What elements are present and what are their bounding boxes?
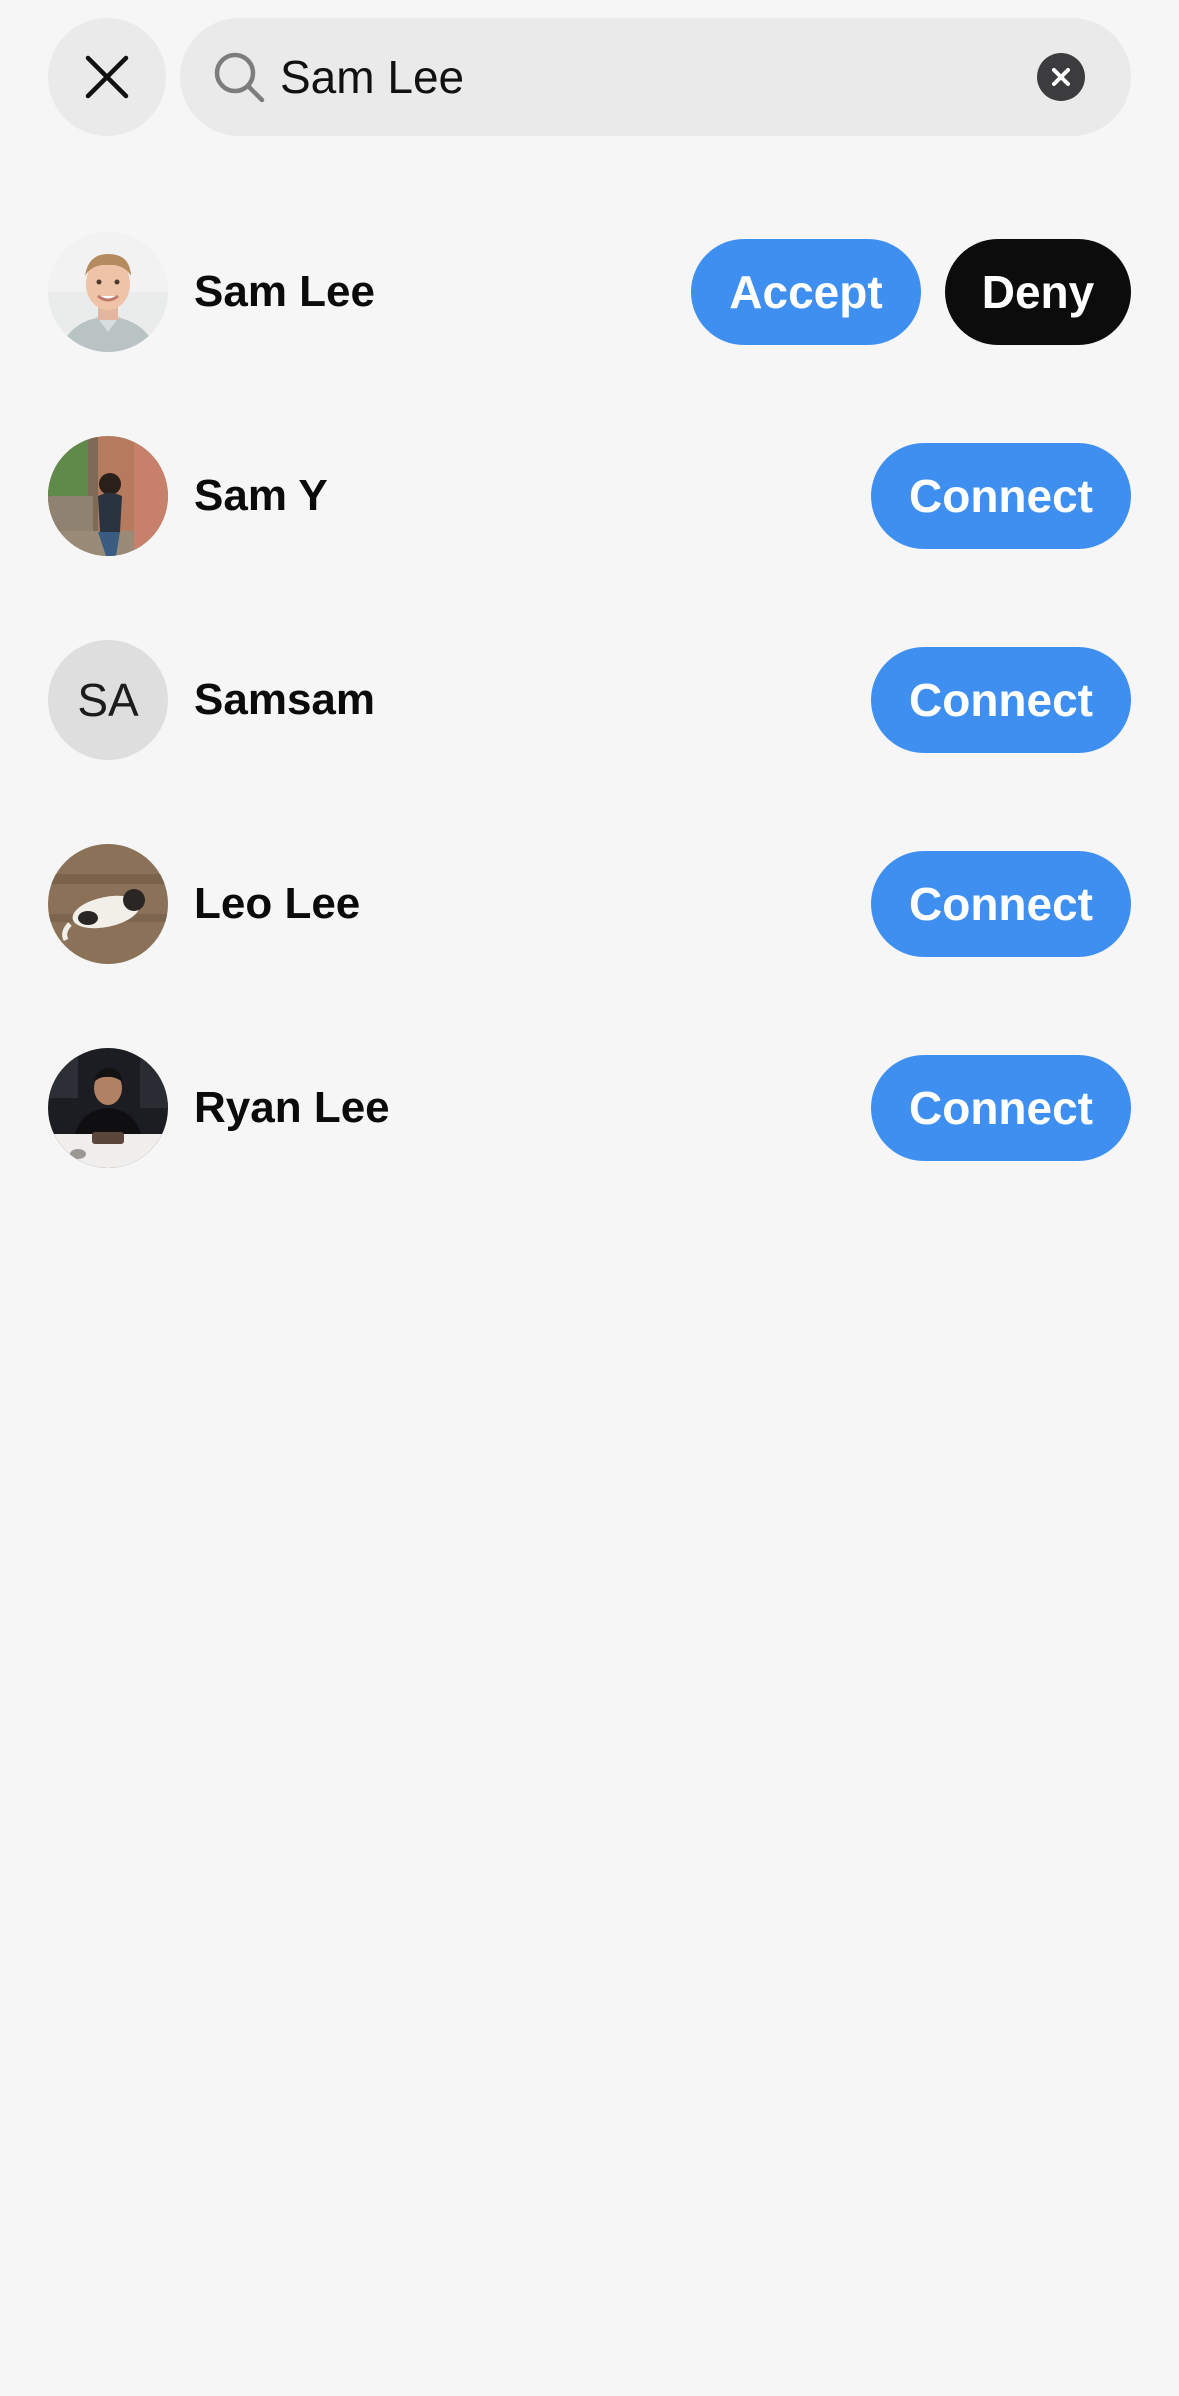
user-name: Samsam [194, 675, 376, 724]
search-bar[interactable] [180, 18, 1131, 136]
avatar [48, 232, 168, 352]
list-item[interactable]: SA Samsam Connect [48, 640, 1131, 760]
connect-button[interactable]: Connect [871, 443, 1131, 549]
search-header [48, 18, 1131, 136]
list-item[interactable]: Ryan Lee Connect [48, 1048, 1131, 1168]
clear-search-button[interactable] [1037, 53, 1085, 101]
close-button[interactable] [48, 18, 166, 136]
row-actions: Connect [871, 443, 1131, 549]
avatar [48, 436, 168, 556]
row-actions: Connect [871, 1055, 1131, 1161]
close-icon [85, 55, 129, 99]
user-name: Ryan Lee [194, 1083, 390, 1132]
user-name: Sam Lee [194, 267, 375, 316]
search-results-list: Sam Lee Accept Deny Sam Y Connect SA Sam… [48, 232, 1131, 1252]
list-item[interactable]: Sam Lee Accept Deny [48, 232, 1131, 352]
list-item[interactable]: Sam Y Connect [48, 436, 1131, 556]
accept-button[interactable]: Accept [691, 239, 921, 345]
request-actions: Accept Deny [691, 239, 1131, 345]
connect-button[interactable]: Connect [871, 1055, 1131, 1161]
row-actions: Connect [871, 647, 1131, 753]
user-name: Sam Y [194, 471, 328, 520]
row-actions: Connect [871, 851, 1131, 957]
deny-button[interactable]: Deny [945, 239, 1131, 345]
connect-button[interactable]: Connect [871, 851, 1131, 957]
user-name: Leo Lee [194, 879, 361, 928]
avatar: SA [48, 640, 168, 760]
avatar [48, 1048, 168, 1168]
avatar [48, 844, 168, 964]
connect-button[interactable]: Connect [871, 647, 1131, 753]
search-icon [214, 52, 265, 103]
search-input[interactable] [280, 18, 1021, 136]
clear-icon [1052, 68, 1070, 86]
list-item[interactable]: Leo Lee Connect [48, 844, 1131, 964]
